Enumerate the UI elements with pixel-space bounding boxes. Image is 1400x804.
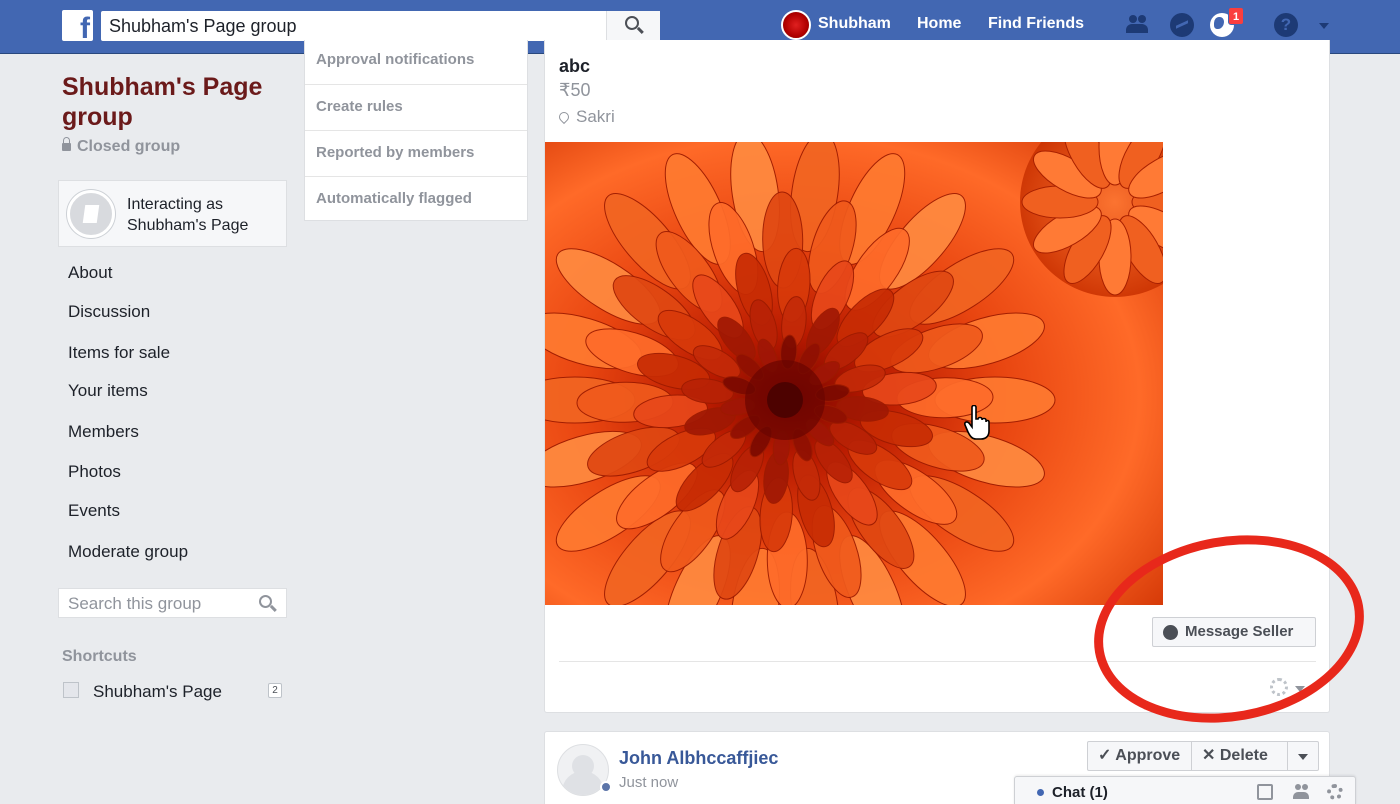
group-privacy: Closed group (62, 137, 181, 156)
help-icon[interactable]: ? (1274, 13, 1298, 37)
item-photo[interactable] (545, 142, 1163, 605)
home-link[interactable]: Home (917, 15, 961, 33)
shortcuts-heading: Shortcuts (62, 648, 137, 665)
sidebar-item-photos[interactable]: Photos (68, 462, 121, 482)
chat-label[interactable]: Chat (1) (1052, 784, 1108, 801)
approve-label: Approve (1115, 747, 1181, 764)
global-search-input[interactable]: Shubham's Page group (101, 11, 660, 41)
mod-item-reported-by-members[interactable]: Reported by members (305, 130, 527, 176)
chevron-down-icon[interactable] (1319, 23, 1329, 29)
sidebar-item-members[interactable]: Members (68, 422, 139, 442)
sidebar-item-events[interactable]: Events (68, 501, 120, 521)
sidebar-item-your-items[interactable]: Your items (68, 381, 148, 401)
group-search-input[interactable]: Search this group (58, 588, 287, 618)
hand-pointer-cursor-icon (964, 405, 990, 440)
page-shortcut-icon[interactable] (63, 682, 79, 698)
notification-count-badge: 1 (1228, 7, 1244, 25)
facebook-logo-letter: f (80, 12, 90, 45)
online-status-dot (600, 781, 612, 793)
search-icon[interactable] (259, 595, 272, 608)
messages-icon[interactable] (1170, 13, 1194, 37)
interacting-as-label: Interacting as Shubham's Page (127, 196, 249, 234)
group-privacy-label: Closed group (77, 138, 181, 155)
sidebar-item-discussion[interactable]: Discussion (68, 302, 150, 322)
sidebar-item-moderate-group[interactable]: Moderate group (68, 542, 188, 562)
delete-button[interactable]: ✕ Delete (1192, 742, 1288, 770)
item-price: ₹50 (559, 80, 591, 100)
search-icon (625, 16, 639, 30)
check-icon: ✓ (1098, 747, 1116, 764)
moderation-menu: Approval notifications Create rules Repo… (304, 40, 528, 221)
sidebar-item-items-for-sale[interactable]: Items for sale (68, 343, 170, 363)
chevron-down-icon (1298, 754, 1308, 760)
mod-item-create-rules[interactable]: Create rules (305, 84, 527, 130)
group-search-placeholder: Search this group (68, 594, 202, 613)
close-icon: ✕ (1202, 747, 1220, 764)
group-title[interactable]: Shubham's Page group (62, 72, 292, 132)
sidebar-item-about[interactable]: About (68, 263, 112, 283)
item-location-label: Sakri (576, 107, 615, 126)
interacting-as-selector[interactable]: Interacting as Shubham's Page (58, 180, 287, 247)
page-avatar (67, 190, 115, 238)
profile-avatar[interactable] (781, 10, 811, 40)
author-name[interactable]: John Albhccaffjiec (619, 748, 778, 769)
shortcut-count-badge: 2 (268, 683, 282, 698)
flower-photo-image (545, 142, 1163, 605)
more-actions-button[interactable] (1288, 742, 1318, 770)
approve-button[interactable]: ✓ Approve (1088, 742, 1192, 770)
moderation-actions: ✓ Approve ✕ Delete (1087, 741, 1319, 771)
item-title[interactable]: abc (559, 56, 590, 77)
lock-icon (62, 137, 71, 151)
post-timestamp[interactable]: Just now (619, 774, 678, 791)
facebook-logo[interactable]: f (62, 10, 93, 45)
delete-label: Delete (1219, 747, 1268, 764)
profile-link[interactable]: Shubham (818, 15, 891, 33)
chat-status-dot (1037, 789, 1044, 796)
chat-bar[interactable]: Chat (1) (1014, 776, 1356, 804)
mod-item-approval-notifications[interactable]: Approval notifications (305, 38, 527, 84)
find-friends-link[interactable]: Find Friends (988, 15, 1084, 33)
shortcut-shubhams-page[interactable]: Shubham's Page (93, 682, 222, 702)
location-pin-icon (556, 109, 572, 125)
friend-requests-icon[interactable] (1126, 13, 1150, 37)
gear-icon[interactable] (1327, 784, 1343, 800)
mod-item-automatically-flagged[interactable]: Automatically flagged (305, 176, 527, 222)
search-button[interactable] (606, 11, 660, 41)
item-location: Sakri (556, 107, 615, 127)
new-message-icon[interactable] (1257, 784, 1273, 800)
create-group-icon[interactable] (1293, 784, 1309, 800)
search-query[interactable]: Shubham's Page group (109, 16, 297, 37)
